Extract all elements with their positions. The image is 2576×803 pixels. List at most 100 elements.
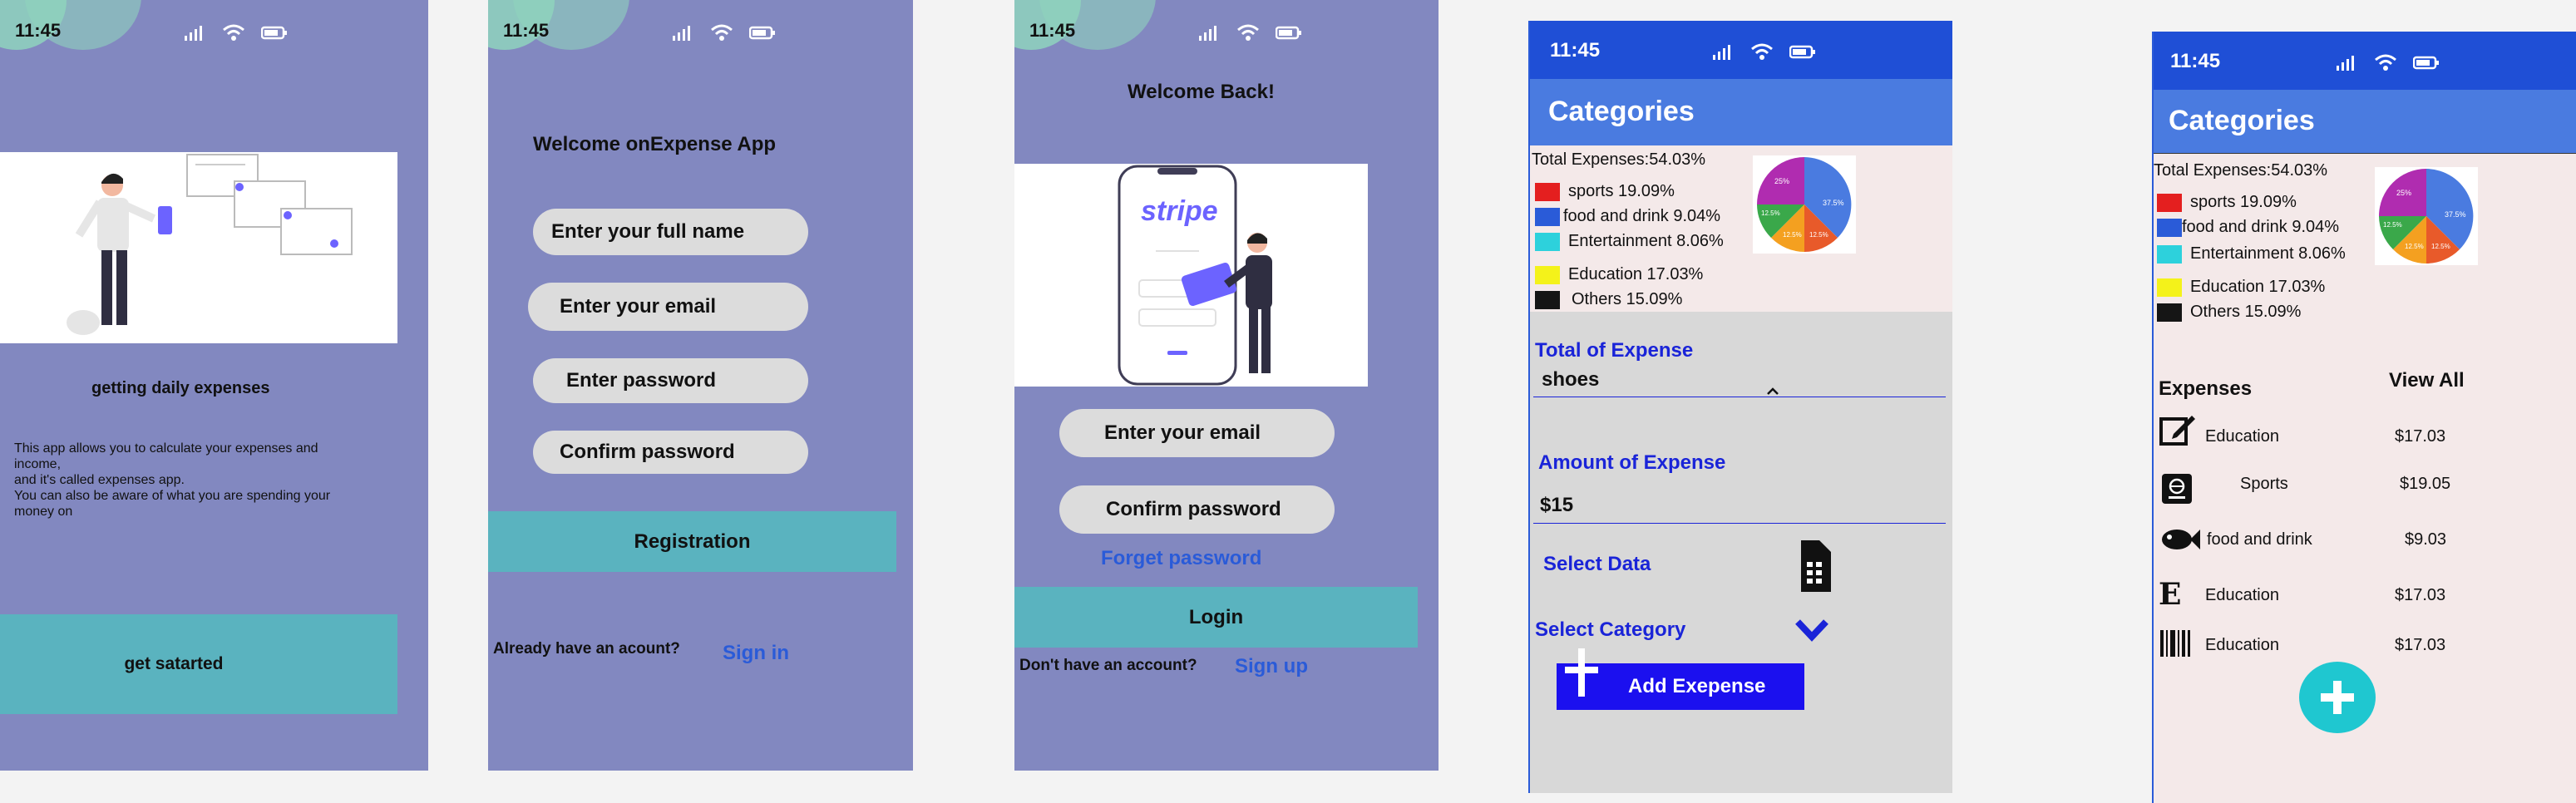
- sign-in-link[interactable]: Sign in: [723, 642, 789, 665]
- status-icons: [183, 23, 288, 42]
- select-category-label[interactable]: Select Category: [1535, 618, 1685, 642]
- select-data-label[interactable]: Select Data: [1543, 553, 1651, 576]
- onboarding-heading: getting daily expenses: [91, 379, 270, 397]
- page-title: Welcome Back!: [1128, 81, 1275, 103]
- legend-item: sports 19.09%: [1535, 182, 1675, 201]
- amount-expense-input[interactable]: $15: [1540, 494, 1947, 517]
- registration-button[interactable]: Registration: [488, 511, 896, 572]
- email-input[interactable]: Enter your email: [528, 283, 808, 331]
- legend-label: sports 19.09%: [1568, 182, 1675, 200]
- legend-item: Education 17.03%: [1535, 265, 1703, 284]
- plus-icon: [1565, 648, 1598, 697]
- header-divider: [2154, 153, 2576, 154]
- wifi-icon: [1237, 24, 1259, 41]
- expense-amount: $19.05: [2400, 475, 2451, 493]
- fullname-input[interactable]: Enter your full name: [533, 209, 808, 255]
- register-screen: 11:45 Welcome onExpense App Enter your f…: [488, 0, 913, 771]
- login-button[interactable]: Login: [1014, 587, 1418, 648]
- letter-e-icon: E: [2159, 577, 2182, 612]
- add-expense-screen: 11:45 Categories Total Expenses:54.03% s…: [1528, 21, 1952, 793]
- legend-item: food and drink 9.04%: [1535, 207, 1720, 226]
- pie-svg: 25% 37.5% 12.5% 12.5% 12.5%: [1757, 157, 1852, 252]
- get-started-button[interactable]: get satarted: [0, 614, 397, 714]
- legend-swatch: [1535, 290, 1560, 309]
- legend-label: Others 15.09%: [1572, 290, 1683, 308]
- pie-label: 12.5%: [1783, 231, 1802, 239]
- legend-label: Education 17.03%: [2190, 278, 2326, 296]
- legend-swatch: [1535, 265, 1560, 284]
- legend-item: Others 15.09%: [1535, 290, 1682, 309]
- sim-card-icon[interactable]: [1798, 539, 1833, 594]
- wifi-icon: [223, 24, 244, 41]
- status-time: 11:45: [503, 20, 550, 41]
- legend-item: Entertainment 8.06%: [2157, 244, 2346, 264]
- pie-label: 37.5%: [1823, 199, 1844, 207]
- chevron-down-icon[interactable]: [1794, 617, 1829, 642]
- status-icons: [671, 23, 776, 42]
- confirm-password-input[interactable]: Confirm password: [1059, 485, 1335, 534]
- view-all-link[interactable]: View All: [2389, 369, 2465, 392]
- legend-swatch: [1535, 182, 1560, 201]
- legend-label: sports 19.09%: [2190, 193, 2297, 211]
- edit-icon: [2159, 416, 2195, 446]
- battery-icon: [749, 26, 775, 40]
- status-icons: [1197, 23, 1302, 42]
- legend-item: sports 19.09%: [2157, 193, 2297, 212]
- fish-icon: [2162, 530, 2200, 549]
- pie-label: 25%: [1774, 177, 1789, 185]
- total-expense-input[interactable]: shoes: [1542, 368, 1949, 392]
- status-time: 11:45: [1029, 20, 1076, 41]
- illustration: [0, 152, 397, 343]
- pie-label: 37.5%: [2445, 210, 2466, 219]
- legend-label: Entertainment 8.06%: [2190, 244, 2346, 263]
- sign-up-link[interactable]: Sign up: [1235, 655, 1308, 678]
- legend-item: Others 15.09%: [2157, 303, 2301, 322]
- expense-amount: $17.03: [2395, 636, 2446, 654]
- add-expense-button[interactable]: Add Exepense: [1557, 648, 1804, 710]
- password-input[interactable]: Enter password: [533, 358, 808, 403]
- page-title: Welcome onExpense App: [533, 133, 777, 155]
- person-with-cards-illustration: [67, 154, 353, 335]
- expense-amount: $17.03: [2395, 427, 2446, 446]
- total-expenses: Total Expenses:54.03%: [2154, 161, 2328, 180]
- pie-label: 25%: [2396, 189, 2411, 197]
- status-icons: [1711, 42, 1816, 61]
- categories-summary: Total Expenses:54.03% sports 19.09% food…: [1530, 145, 1952, 312]
- pie-label: 12.5%: [2383, 221, 2402, 229]
- pie-chart: 25% 37.5% 12.5% 12.5% 12.5%: [1753, 155, 1856, 254]
- pie-svg: 25% 37.5% 12.5% 12.5% 12.5%: [2379, 169, 2474, 264]
- categories-screen: 11:45 Categories Total Expenses:54.03% s…: [2152, 32, 2576, 803]
- battery-icon: [2413, 56, 2439, 70]
- add-fab-button[interactable]: [2299, 662, 2376, 733]
- expense-name: Sports: [2240, 475, 2288, 493]
- legend-swatch: [2157, 193, 2182, 212]
- expense-amount: $17.03: [2395, 586, 2446, 604]
- pie-label: 12.5%: [2431, 243, 2450, 250]
- onboarding-screen: 11:45 getting daily expenses This app al…: [0, 0, 428, 771]
- legend-swatch: [1535, 232, 1560, 251]
- onboarding-description: This app allows you to calculate your ex…: [14, 441, 363, 520]
- confirm-password-input[interactable]: Confirm password: [533, 431, 808, 474]
- battery-icon: [1276, 26, 1301, 40]
- wifi-icon: [711, 24, 733, 41]
- add-expense-label: Add Exepense: [1628, 675, 1766, 697]
- legend-item: Education 17.03%: [2157, 278, 2325, 297]
- stripe-illustration: stripe: [1014, 164, 1368, 387]
- forget-password-link[interactable]: Forget password: [1101, 547, 1261, 570]
- signal-icon: [2337, 56, 2354, 71]
- wifi-icon: [2375, 54, 2396, 71]
- chevron-up-icon[interactable]: [1766, 387, 1779, 395]
- passport-icon: [2162, 474, 2192, 504]
- legend-item: Entertainment 8.06%: [1535, 232, 1724, 251]
- status-time: 11:45: [2170, 50, 2221, 72]
- expense-name: food and drink: [2207, 530, 2312, 549]
- wifi-icon: [1751, 43, 1773, 60]
- email-input[interactable]: Enter your email: [1059, 409, 1335, 457]
- legend-label: food and drink 9.04%: [1563, 207, 1721, 225]
- status-icons: [2335, 53, 2440, 71]
- signal-icon: [185, 26, 202, 41]
- have-account-text: Already have an acount?: [493, 640, 680, 658]
- expenses-heading: Expenses: [2159, 377, 2253, 400]
- no-account-text: Don't have an account?: [1019, 657, 1197, 674]
- legend-item: food and drink 9.04%: [2157, 218, 2339, 237]
